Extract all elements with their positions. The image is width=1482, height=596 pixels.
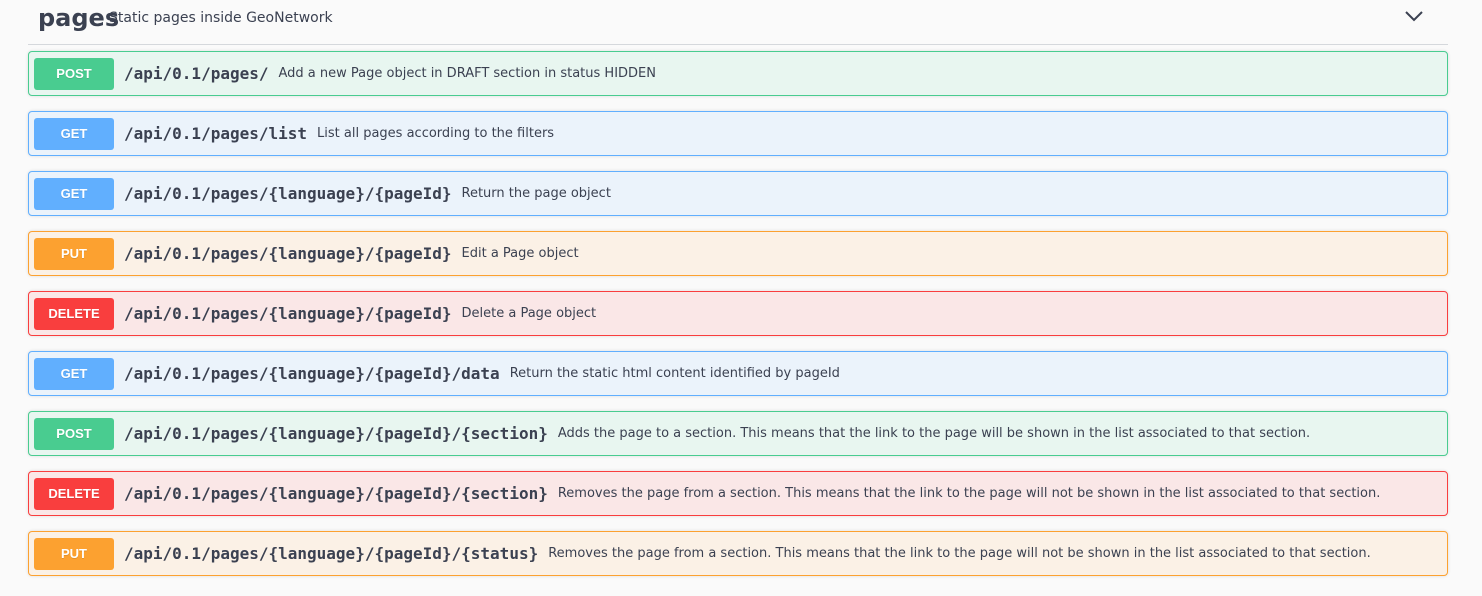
operation-summary: Removes the page from a section. This me… bbox=[548, 546, 1371, 561]
section-title: pages bbox=[38, 4, 120, 32]
operation-summary: Return the static html content identifie… bbox=[509, 366, 840, 381]
operation-summary: Edit a Page object bbox=[461, 246, 579, 261]
operation-path: /api/0.1/pages/ bbox=[124, 64, 269, 83]
operation-path: /api/0.1/pages/{language}/{pageId}/data bbox=[124, 364, 500, 383]
operation-summary: Delete a Page object bbox=[461, 306, 597, 321]
operation-summary: Add a new Page object in DRAFT section i… bbox=[278, 66, 657, 81]
section-header-pages[interactable]: pages Static pages inside GeoNetwork bbox=[28, 0, 1448, 45]
operation-row[interactable]: PUT /api/0.1/pages/{language}/{pageId}/{… bbox=[28, 531, 1448, 576]
operation-summary: Adds the page to a section. This means t… bbox=[557, 426, 1311, 441]
chevron-down-icon[interactable] bbox=[1404, 8, 1424, 24]
operation-path: /api/0.1/pages/{language}/{pageId} bbox=[124, 304, 452, 323]
operation-row[interactable]: DELETE /api/0.1/pages/{language}/{pageId… bbox=[28, 471, 1448, 516]
operation-row[interactable]: POST /api/0.1/pages/ Add a new Page obje… bbox=[28, 51, 1448, 96]
operation-summary: Return the page object bbox=[461, 186, 611, 201]
operation-row[interactable]: POST /api/0.1/pages/{language}/{pageId}/… bbox=[28, 411, 1448, 456]
method-badge: POST bbox=[34, 57, 114, 90]
operation-path: /api/0.1/pages/{language}/{pageId} bbox=[124, 244, 452, 263]
operation-path: /api/0.1/pages/{language}/{pageId}/{stat… bbox=[124, 544, 539, 563]
method-badge: POST bbox=[34, 417, 114, 450]
method-badge: GET bbox=[34, 117, 114, 150]
method-badge: GET bbox=[34, 357, 114, 390]
operation-summary: List all pages according to the filters bbox=[317, 126, 555, 141]
operation-row[interactable]: GET /api/0.1/pages/{language}/{pageId}/d… bbox=[28, 351, 1448, 396]
operation-row[interactable]: GET /api/0.1/pages/list List all pages a… bbox=[28, 111, 1448, 156]
method-badge: DELETE bbox=[34, 477, 114, 510]
operation-row[interactable]: GET /api/0.1/pages/{language}/{pageId} R… bbox=[28, 171, 1448, 216]
method-badge: DELETE bbox=[34, 297, 114, 330]
operation-path: /api/0.1/pages/list bbox=[124, 124, 308, 143]
method-badge: GET bbox=[34, 177, 114, 210]
method-badge: PUT bbox=[34, 237, 114, 270]
operation-path: /api/0.1/pages/{language}/{pageId}/{sect… bbox=[124, 484, 548, 503]
operation-summary: Removes the page from a section. This me… bbox=[557, 486, 1381, 501]
operation-row[interactable]: PUT /api/0.1/pages/{language}/{pageId} E… bbox=[28, 231, 1448, 276]
operation-path: /api/0.1/pages/{language}/{pageId} bbox=[124, 184, 452, 203]
section-description: Static pages inside GeoNetwork bbox=[109, 10, 333, 26]
operation-path: /api/0.1/pages/{language}/{pageId}/{sect… bbox=[124, 424, 548, 443]
operation-row[interactable]: DELETE /api/0.1/pages/{language}/{pageId… bbox=[28, 291, 1448, 336]
method-badge: PUT bbox=[34, 537, 114, 570]
